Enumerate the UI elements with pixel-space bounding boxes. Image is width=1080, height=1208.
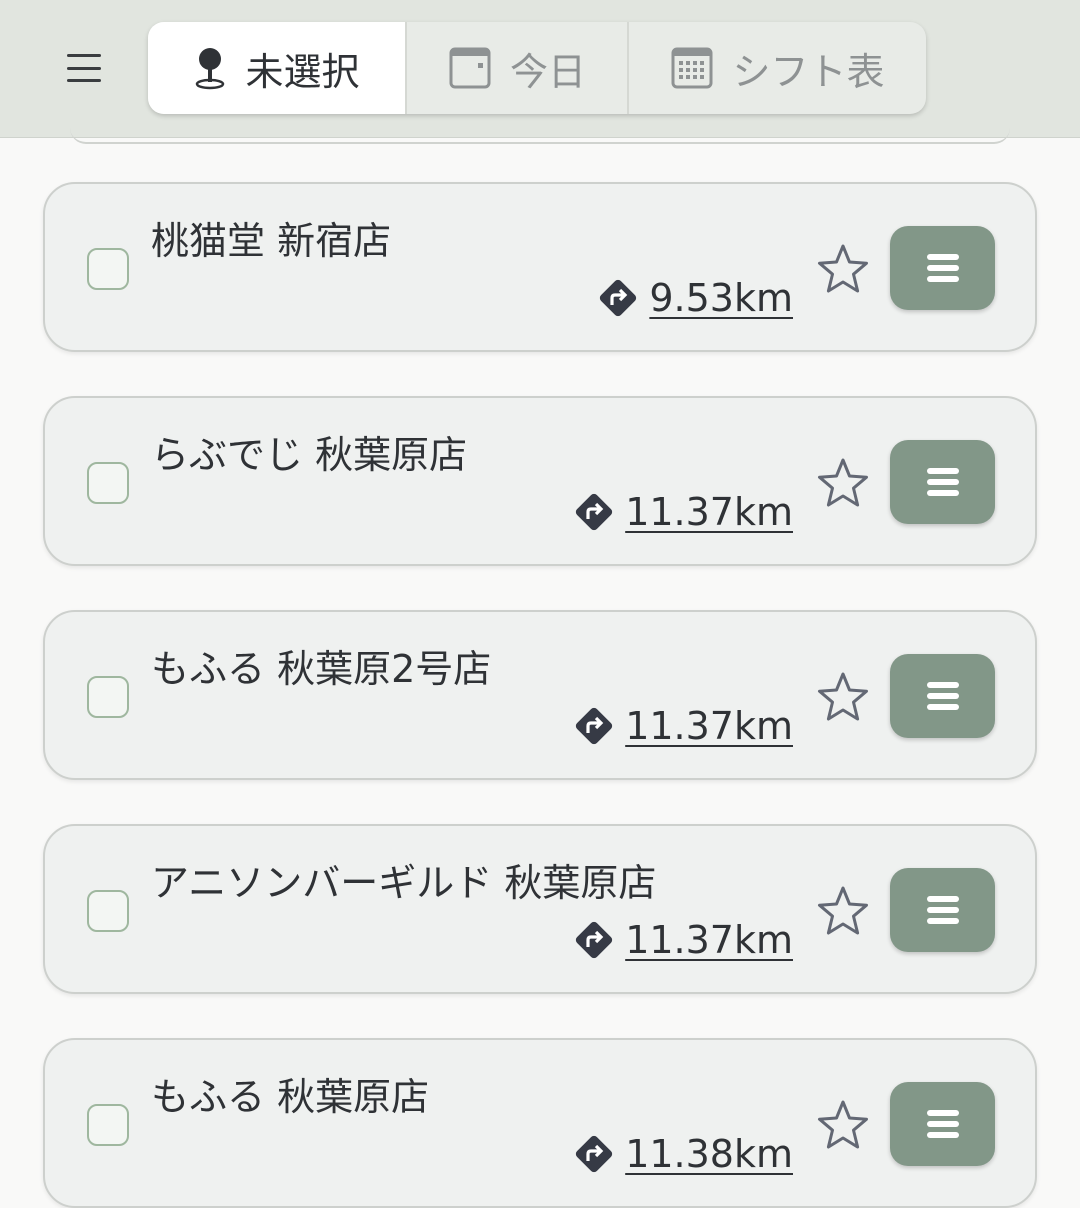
store-card[interactable]: もふる 秋葉原店 11.38km	[43, 1038, 1037, 1208]
hamburger-menu-icon[interactable]	[62, 48, 106, 88]
directions-icon	[576, 493, 613, 531]
store-card[interactable]: らぶでじ 秋葉原店 11.37km	[43, 396, 1037, 566]
tab-shift-table[interactable]: シフト表	[629, 22, 926, 114]
store-name: 桃猫堂 新宿店	[151, 219, 392, 263]
store-name: らぶでじ 秋葉原店	[151, 433, 468, 477]
store-card[interactable]: 桃猫堂 新宿店 9.53km	[43, 182, 1037, 352]
header: 未選択 今日 シフト表	[0, 0, 1080, 138]
previous-card-edge	[70, 128, 1010, 144]
select-checkbox[interactable]	[87, 676, 129, 718]
favorite-star-icon[interactable]	[815, 1098, 871, 1154]
calendar-grid-icon	[671, 47, 713, 89]
distance-link[interactable]: 11.37km	[573, 704, 793, 748]
directions-icon	[576, 707, 613, 745]
favorite-star-icon[interactable]	[815, 884, 871, 940]
select-checkbox[interactable]	[87, 462, 129, 504]
directions-icon	[576, 1135, 613, 1173]
list-menu-icon	[926, 682, 959, 710]
list-menu-icon	[926, 254, 959, 282]
details-menu-button[interactable]	[890, 868, 995, 952]
store-card[interactable]: アニソンバーギルド 秋葉原店 11.37km	[43, 824, 1037, 994]
distance-link[interactable]: 11.38km	[573, 1132, 793, 1176]
tab-label: 未選択	[245, 49, 360, 94]
distance-value: 11.38km	[625, 1132, 793, 1176]
select-checkbox[interactable]	[87, 248, 129, 290]
favorite-star-icon[interactable]	[815, 242, 871, 298]
distance-link[interactable]: 9.53km	[597, 276, 793, 320]
list-menu-icon	[926, 896, 959, 924]
directions-icon	[600, 279, 637, 317]
store-name: もふる 秋葉原2号店	[151, 647, 492, 691]
select-checkbox[interactable]	[87, 890, 129, 932]
view-tabs: 未選択 今日 シフト表	[148, 22, 926, 114]
details-menu-button[interactable]	[890, 1082, 995, 1166]
tab-today[interactable]: 今日	[407, 22, 629, 114]
tab-unselected[interactable]: 未選択	[148, 22, 407, 114]
favorite-star-icon[interactable]	[815, 670, 871, 726]
distance-value: 9.53km	[649, 276, 793, 320]
calendar-day-icon	[449, 47, 491, 89]
details-menu-button[interactable]	[890, 226, 995, 310]
distance-value: 11.37km	[625, 490, 793, 534]
store-card[interactable]: もふる 秋葉原2号店 11.37km	[43, 610, 1037, 780]
distance-link[interactable]: 11.37km	[573, 490, 793, 534]
list-menu-icon	[926, 468, 959, 496]
distance-value: 11.37km	[625, 704, 793, 748]
store-name: アニソンバーギルド 秋葉原店	[151, 861, 657, 905]
store-name: もふる 秋葉原店	[151, 1075, 430, 1119]
tab-label: シフト表	[732, 49, 885, 94]
details-menu-button[interactable]	[890, 654, 995, 738]
directions-icon	[576, 921, 613, 959]
list-menu-icon	[926, 1110, 959, 1138]
favorite-star-icon[interactable]	[815, 456, 871, 512]
distance-link[interactable]: 11.37km	[573, 918, 793, 962]
map-pin-icon	[196, 48, 225, 90]
tab-label: 今日	[509, 49, 586, 94]
distance-value: 11.37km	[625, 918, 793, 962]
details-menu-button[interactable]	[890, 440, 995, 524]
